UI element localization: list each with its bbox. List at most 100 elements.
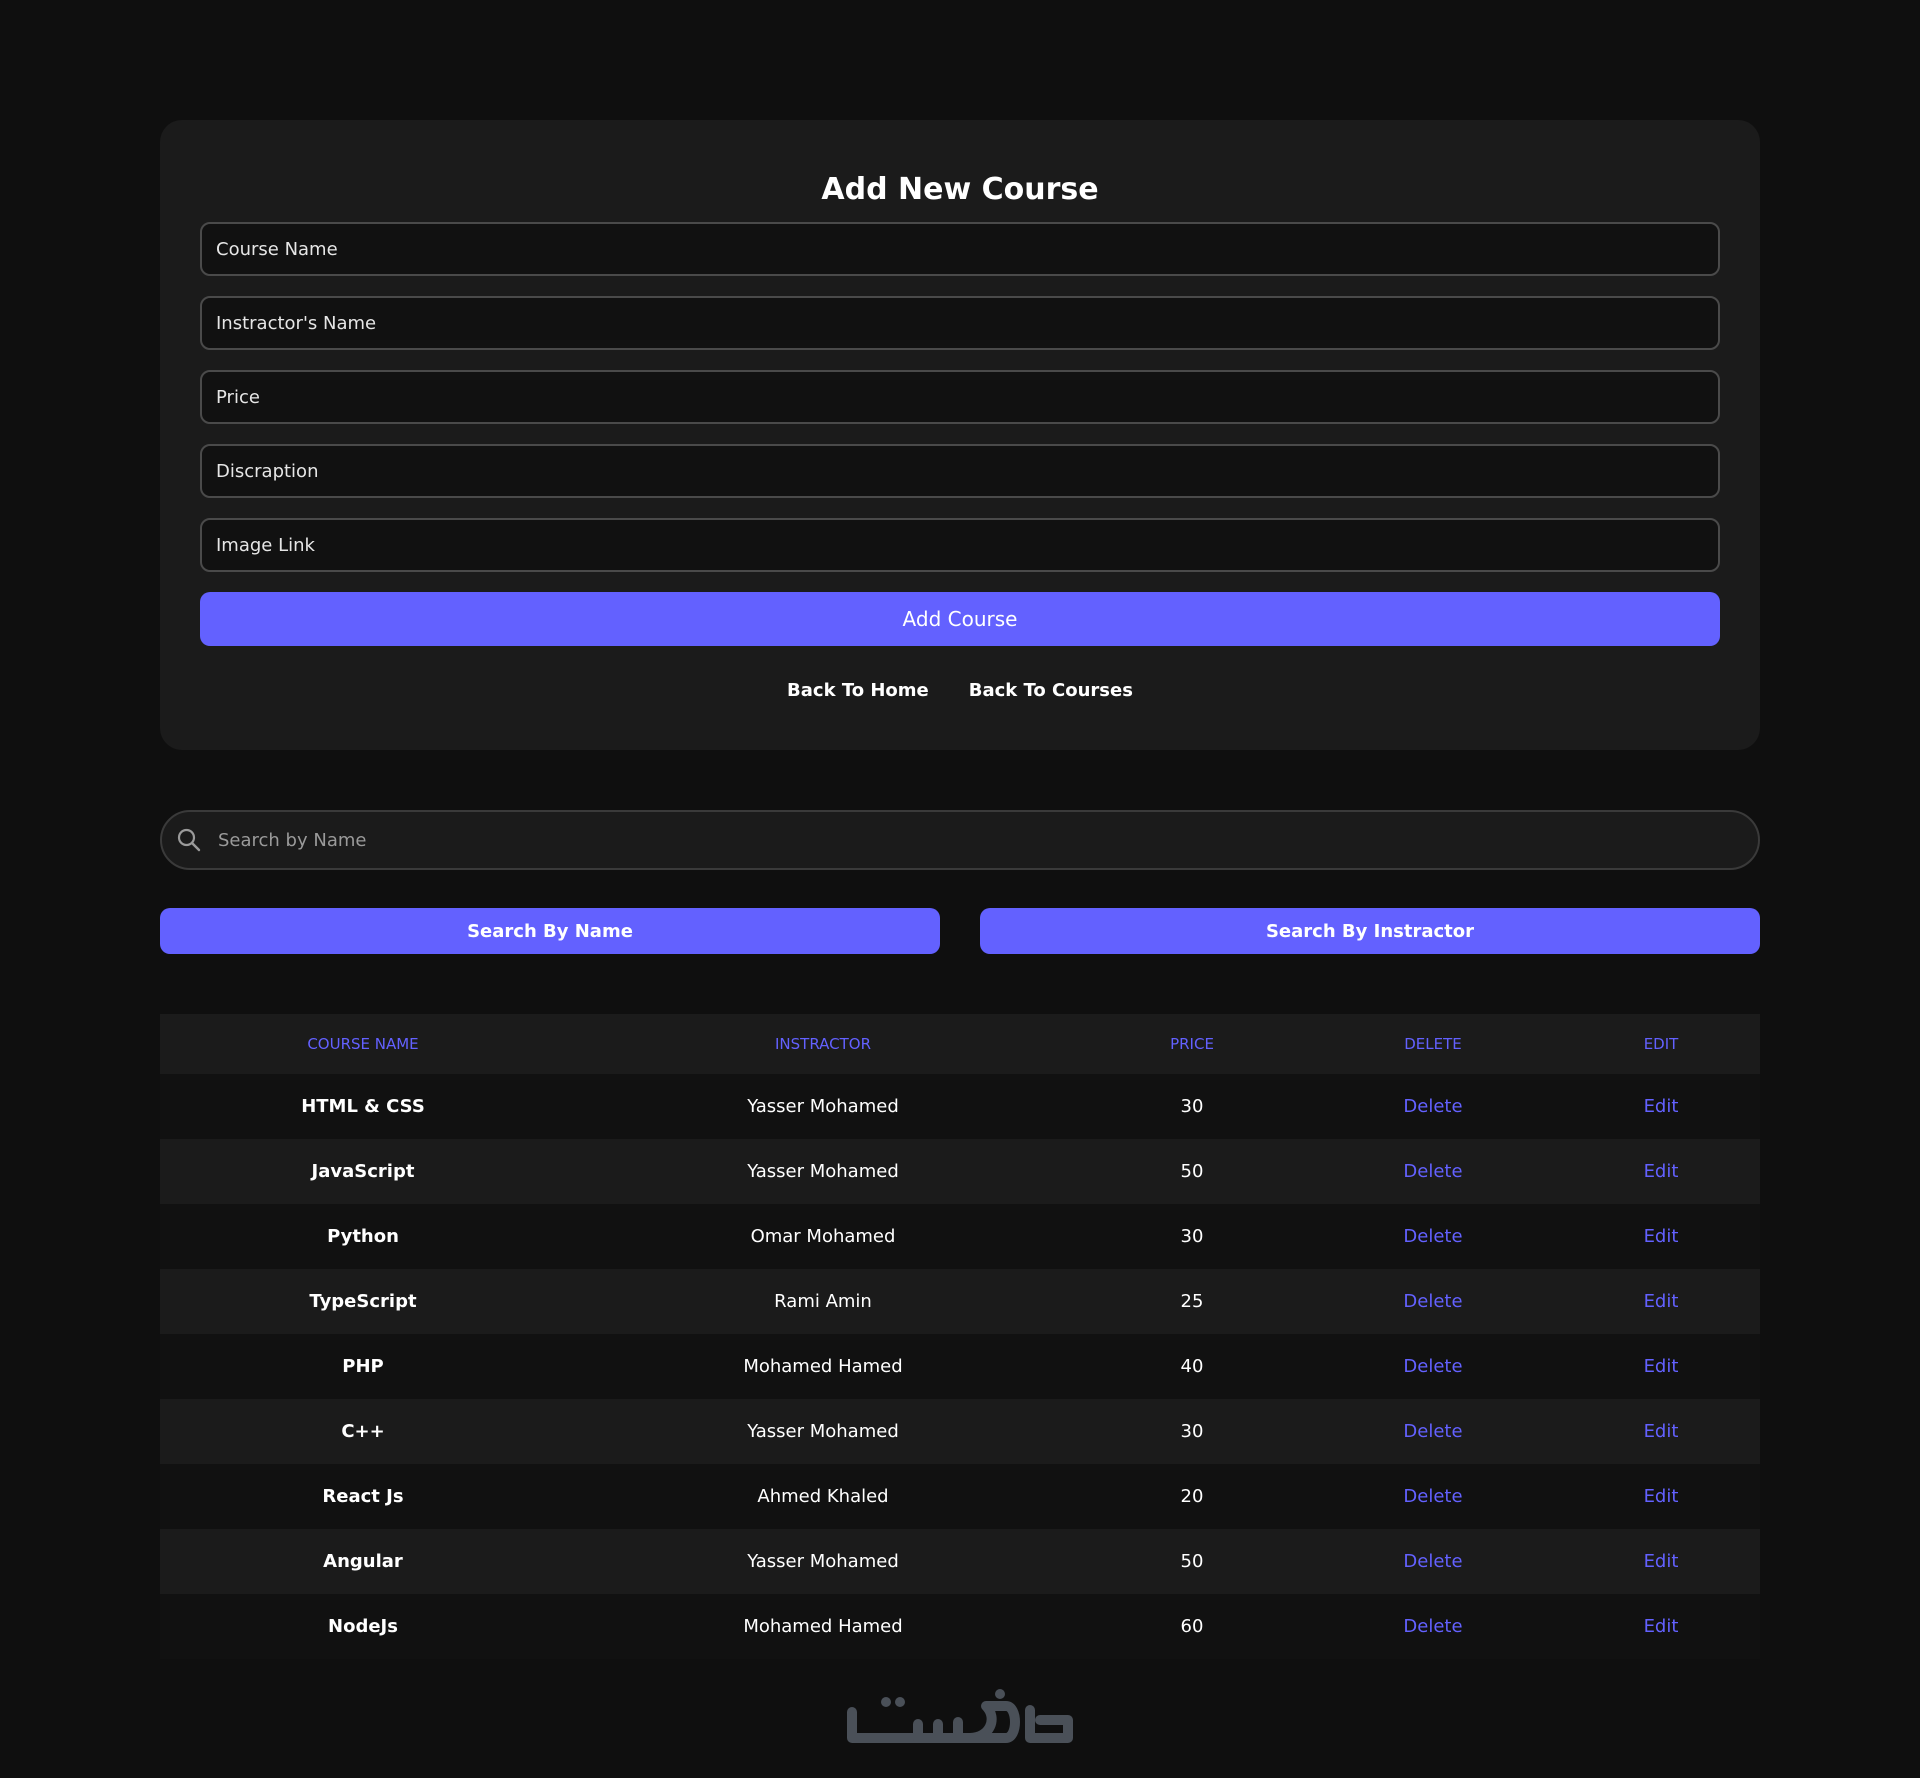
course-name-input[interactable]	[200, 222, 1720, 276]
back-links: Back To Home Back To Courses	[200, 680, 1720, 701]
table-header: Course Name Instractor Price Delete Edit	[160, 1014, 1760, 1074]
instructor-cell: Yasser Mohamed	[747, 1421, 899, 1442]
form-title: Add New Course	[821, 172, 1099, 207]
back-to-home-link[interactable]: Back To Home	[787, 680, 929, 701]
delete-cell: Delete	[1304, 1334, 1562, 1399]
delete-cell: Delete	[1304, 1139, 1562, 1204]
edit-cell: Edit	[1562, 1139, 1760, 1204]
edit-cell: Edit	[1562, 1399, 1760, 1464]
search-buttons: Search By Name Search By Instractor	[160, 908, 1760, 954]
search-icon	[176, 827, 202, 853]
delete-link[interactable]: Delete	[1403, 1486, 1462, 1507]
delete-cell: Delete	[1304, 1074, 1562, 1139]
description-input[interactable]	[200, 444, 1720, 498]
edit-link[interactable]: Edit	[1644, 1161, 1679, 1182]
delete-link[interactable]: Delete	[1403, 1356, 1462, 1377]
khamsat-logo-icon	[840, 1688, 1080, 1748]
delete-cell: Delete	[1304, 1529, 1562, 1594]
edit-link[interactable]: Edit	[1644, 1551, 1679, 1572]
table-row: Python Omar Mohamed 30 Delete Edit	[160, 1204, 1760, 1269]
price-cell: 50	[1180, 1161, 1204, 1182]
delete-link[interactable]: Delete	[1403, 1421, 1462, 1442]
search-by-instructor-button[interactable]: Search By Instractor	[980, 908, 1760, 954]
instructor-cell: Mohamed Hamed	[743, 1616, 903, 1637]
header-instructor: Instractor	[774, 1035, 871, 1053]
delete-link[interactable]: Delete	[1403, 1161, 1462, 1182]
edit-cell: Edit	[1562, 1074, 1760, 1139]
price-cell: 25	[1180, 1291, 1204, 1312]
edit-cell: Edit	[1562, 1334, 1760, 1399]
edit-cell: Edit	[1562, 1464, 1760, 1529]
instructor-cell: Omar Mohamed	[750, 1226, 896, 1247]
price-cell: 30	[1180, 1096, 1204, 1117]
page: Add New Course Add Course Back To Home B…	[0, 0, 1920, 1778]
course-name-cell: Python	[327, 1226, 399, 1247]
delete-cell: Delete	[1304, 1464, 1562, 1529]
delete-link[interactable]: Delete	[1403, 1096, 1462, 1117]
course-name-cell: JavaScript	[311, 1161, 415, 1182]
instructor-cell: Ahmed Khaled	[757, 1486, 889, 1507]
price-cell: 60	[1180, 1616, 1204, 1637]
price-cell: 20	[1180, 1486, 1204, 1507]
course-name-cell: React Js	[322, 1486, 404, 1507]
table-row: JavaScript Yasser Mohamed 50 Delete Edit	[160, 1139, 1760, 1204]
table-body: HTML & CSS Yasser Mohamed 30 Delete Edit…	[160, 1074, 1760, 1659]
table-row: TypeScript Rami Amin 25 Delete Edit	[160, 1269, 1760, 1334]
search-input[interactable]	[218, 812, 1758, 868]
course-name-cell: PHP	[342, 1356, 384, 1377]
price-cell: 30	[1180, 1226, 1204, 1247]
instructor-cell: Rami Amin	[774, 1291, 872, 1312]
edit-link[interactable]: Edit	[1644, 1356, 1679, 1377]
delete-cell: Delete	[1304, 1269, 1562, 1334]
courses-table: Course Name Instractor Price Delete Edit…	[160, 1014, 1760, 1659]
edit-cell: Edit	[1562, 1204, 1760, 1269]
header-delete: Delete	[1404, 1035, 1462, 1053]
edit-link[interactable]: Edit	[1644, 1226, 1679, 1247]
edit-link[interactable]: Edit	[1644, 1096, 1679, 1117]
delete-cell: Delete	[1304, 1204, 1562, 1269]
delete-cell: Delete	[1304, 1399, 1562, 1464]
table-row: Angular Yasser Mohamed 50 Delete Edit	[160, 1529, 1760, 1594]
price-cell: 40	[1180, 1356, 1204, 1377]
instructor-cell: Yasser Mohamed	[747, 1161, 899, 1182]
add-course-button[interactable]: Add Course	[200, 592, 1720, 646]
course-name-cell: TypeScript	[309, 1291, 417, 1312]
delete-link[interactable]: Delete	[1403, 1226, 1462, 1247]
delete-link[interactable]: Delete	[1403, 1616, 1462, 1637]
delete-link[interactable]: Delete	[1403, 1291, 1462, 1312]
course-name-cell: HTML & CSS	[301, 1096, 425, 1117]
delete-link[interactable]: Delete	[1403, 1551, 1462, 1572]
delete-cell: Delete	[1304, 1594, 1562, 1659]
search-by-name-button[interactable]: Search By Name	[160, 908, 940, 954]
header-course-name: Course Name	[307, 1035, 419, 1053]
course-name-cell: NodeJs	[328, 1616, 398, 1637]
table-row: PHP Mohamed Hamed 40 Delete Edit	[160, 1334, 1760, 1399]
edit-cell: Edit	[1562, 1269, 1760, 1334]
instructor-cell: Yasser Mohamed	[747, 1096, 899, 1117]
add-course-card: Add New Course Add Course Back To Home B…	[160, 120, 1760, 750]
table-header-row: Course Name Instractor Price Delete Edit	[160, 1014, 1760, 1074]
table-row: NodeJs Mohamed Hamed 60 Delete Edit	[160, 1594, 1760, 1659]
header-edit: Edit	[1643, 1035, 1679, 1053]
instructor-cell: Yasser Mohamed	[747, 1551, 899, 1572]
edit-cell: Edit	[1562, 1594, 1760, 1659]
edit-link[interactable]: Edit	[1644, 1486, 1679, 1507]
price-input[interactable]	[200, 370, 1720, 424]
search-bar	[160, 810, 1760, 870]
image-link-input[interactable]	[200, 518, 1720, 572]
back-to-courses-link[interactable]: Back To Courses	[969, 680, 1133, 701]
edit-link[interactable]: Edit	[1644, 1291, 1679, 1312]
instructor-cell: Mohamed Hamed	[743, 1356, 903, 1377]
edit-link[interactable]: Edit	[1644, 1616, 1679, 1637]
header-price: Price	[1170, 1035, 1214, 1053]
table-row: React Js Ahmed Khaled 20 Delete Edit	[160, 1464, 1760, 1529]
course-name-cell: C++	[341, 1421, 385, 1442]
edit-link[interactable]: Edit	[1644, 1421, 1679, 1442]
instructor-name-input[interactable]	[200, 296, 1720, 350]
table-row: HTML & CSS Yasser Mohamed 30 Delete Edit	[160, 1074, 1760, 1139]
edit-cell: Edit	[1562, 1529, 1760, 1594]
table-row: C++ Yasser Mohamed 30 Delete Edit	[160, 1399, 1760, 1464]
price-cell: 50	[1180, 1551, 1204, 1572]
course-name-cell: Angular	[323, 1551, 403, 1572]
price-cell: 30	[1180, 1421, 1204, 1442]
